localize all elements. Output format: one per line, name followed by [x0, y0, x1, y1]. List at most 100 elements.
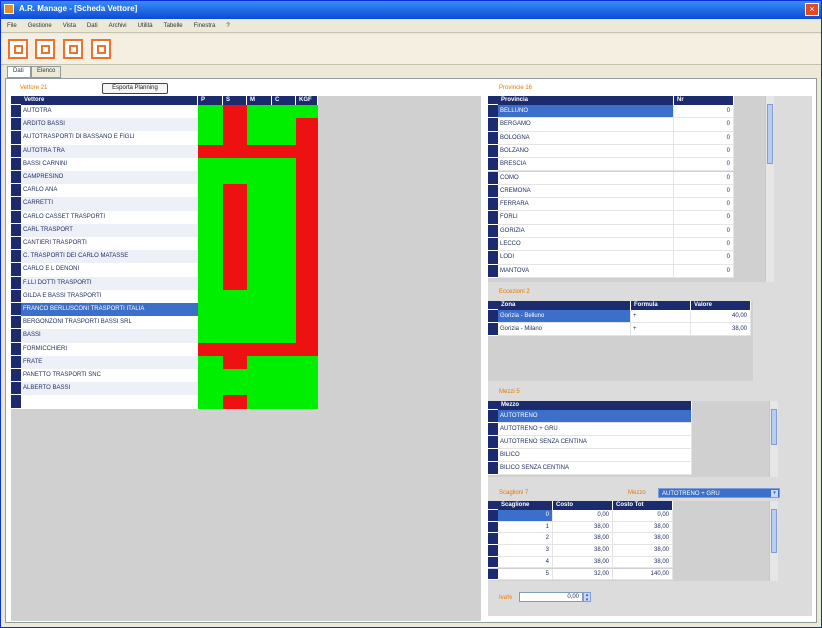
save-icon[interactable] — [63, 39, 83, 59]
row-header[interactable] — [488, 211, 498, 225]
table-cell[interactable]: BILICO SENZA CENTINA — [498, 462, 692, 475]
table-cell[interactable]: 38,00 — [553, 533, 613, 546]
table-row[interactable]: ARDITO BASSI — [21, 118, 198, 132]
table-cell[interactable]: 140,00 — [613, 568, 673, 581]
table-cell[interactable]: 38,00 — [613, 533, 673, 546]
table-cell[interactable]: 0 — [674, 184, 734, 199]
mezzo-select[interactable]: AUTOTRENO + GRU ▾ — [658, 488, 780, 498]
row-header[interactable] — [488, 436, 498, 449]
tab-dati[interactable]: Dati — [7, 66, 31, 78]
table-cell[interactable]: 0 — [674, 211, 734, 225]
row-header[interactable] — [11, 223, 21, 237]
row-header[interactable] — [488, 410, 498, 423]
row-header[interactable] — [488, 323, 498, 336]
scrollbar-thumb[interactable] — [767, 104, 773, 164]
row-header[interactable] — [11, 144, 21, 158]
row-header[interactable] — [488, 184, 498, 199]
table-cell[interactable]: 0 — [498, 510, 553, 522]
row-header[interactable] — [11, 157, 21, 171]
table-cell[interactable]: BOLZANO — [498, 144, 674, 159]
row-header[interactable] — [488, 118, 498, 132]
row-header[interactable] — [488, 510, 498, 522]
table-cell[interactable]: 0 — [674, 198, 734, 212]
table-cell[interactable]: 0,00 — [613, 510, 673, 522]
row-header[interactable] — [488, 449, 498, 462]
table-cell[interactable]: BILICO — [498, 449, 692, 462]
table-cell[interactable]: FERRARA — [498, 198, 674, 212]
table-cell[interactable]: 3 — [498, 545, 553, 557]
table-cell[interactable]: 0 — [674, 105, 734, 119]
table-cell[interactable]: 0 — [674, 158, 734, 172]
table-cell[interactable]: FORLI — [498, 211, 674, 225]
table-cell[interactable]: 38,00 — [553, 545, 613, 557]
row-header[interactable] — [11, 105, 21, 119]
row-header[interactable] — [11, 342, 21, 356]
table-row[interactable]: CAMPRESINO — [21, 171, 198, 185]
table-cell[interactable]: 32,00 — [553, 568, 613, 581]
table-cell[interactable]: BRESCIA — [498, 158, 674, 172]
menu-item[interactable]: Tabelle — [164, 23, 183, 29]
table-cell[interactable]: GORIZIA — [498, 224, 674, 238]
edit-icon[interactable] — [35, 39, 55, 59]
iva-input[interactable]: 0,00 — [519, 592, 583, 602]
scrollbar-thumb[interactable] — [771, 409, 777, 445]
menu-item[interactable]: ? — [226, 23, 229, 29]
table-row[interactable]: AUTOTRA — [21, 105, 198, 119]
table-cell[interactable]: 40,00 — [691, 310, 751, 323]
table-row[interactable]: CANTIERI TRASPORTI — [21, 237, 198, 251]
row-header[interactable] — [11, 263, 21, 277]
table-cell[interactable]: 0 — [674, 171, 734, 185]
table-row[interactable]: CARLO ANA — [21, 184, 198, 198]
row-header[interactable] — [11, 197, 21, 211]
row-header[interactable] — [11, 184, 21, 198]
table-row[interactable]: AUTOTRA TRA — [21, 144, 198, 158]
menu-item[interactable]: Gestione — [28, 23, 52, 29]
table-cell[interactable]: 1 — [498, 521, 553, 534]
table-cell[interactable]: + — [631, 323, 691, 336]
table-cell[interactable]: + — [631, 310, 691, 323]
table-cell[interactable]: 0 — [674, 238, 734, 252]
table-cell[interactable]: 0 — [674, 224, 734, 238]
row-header[interactable] — [488, 533, 498, 546]
row-header[interactable] — [488, 251, 498, 265]
table-cell[interactable]: 38,00 — [553, 521, 613, 534]
table-cell[interactable]: 0 — [674, 264, 734, 278]
table-cell[interactable]: 0 — [674, 131, 734, 145]
table-cell[interactable]: 0 — [674, 144, 734, 159]
row-header[interactable] — [11, 355, 21, 369]
table-cell[interactable]: 0,00 — [553, 510, 613, 522]
row-header[interactable] — [488, 171, 498, 185]
row-header[interactable] — [488, 556, 498, 569]
scrollbar-thumb[interactable] — [771, 509, 777, 553]
row-header[interactable] — [11, 171, 21, 185]
table-cell[interactable]: LECCO — [498, 238, 674, 252]
table-row[interactable]: CARL TRASPORT — [21, 223, 198, 237]
chevron-down-icon[interactable]: ▾ — [771, 490, 778, 497]
row-header[interactable] — [488, 423, 498, 436]
table-cell[interactable]: COMO — [498, 171, 674, 185]
table-row[interactable]: FORMICCHIERI — [21, 342, 198, 356]
table-cell[interactable]: 0 — [674, 251, 734, 265]
row-header[interactable] — [488, 131, 498, 145]
table-row[interactable]: GILDA E BASSI TRASPORTI — [21, 289, 198, 303]
table-cell[interactable]: AUTOTRENO + GRU — [498, 423, 692, 436]
row-header[interactable] — [488, 545, 498, 557]
row-header[interactable] — [11, 276, 21, 290]
menu-item[interactable]: Finestra — [194, 23, 216, 29]
table-row[interactable] — [21, 395, 198, 409]
table-cell[interactable]: BOLOGNA — [498, 131, 674, 145]
table-cell[interactable]: Gorizia - Milano — [498, 323, 631, 336]
export-planning-button[interactable]: Esporta Planning — [102, 83, 168, 94]
row-header[interactable] — [488, 158, 498, 172]
close-icon[interactable]: × — [805, 3, 819, 16]
menu-item[interactable]: Utilità — [138, 23, 153, 29]
table-row[interactable]: CARLO CASSET TRASPORTI — [21, 210, 198, 224]
table-cell[interactable]: BELLUNO — [498, 105, 674, 119]
table-cell[interactable]: 0 — [674, 118, 734, 132]
row-header[interactable] — [11, 382, 21, 396]
table-cell[interactable]: LODI — [498, 251, 674, 265]
tab-elenco[interactable]: Elenco — [31, 66, 61, 78]
table-cell[interactable]: 5 — [498, 568, 553, 581]
row-header[interactable] — [11, 303, 21, 317]
row-header[interactable] — [11, 118, 21, 132]
